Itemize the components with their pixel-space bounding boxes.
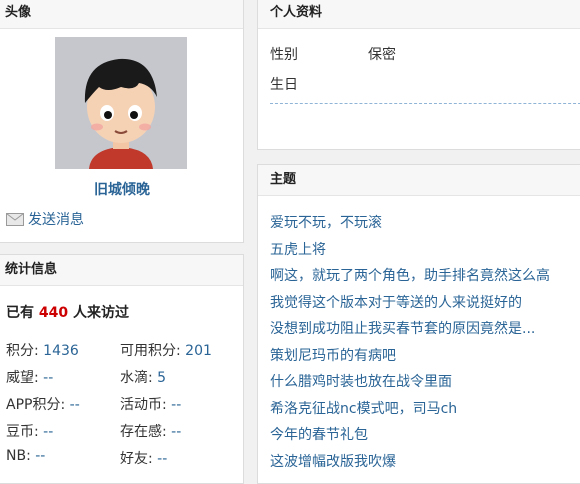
visit-suffix: 人来访过 <box>72 305 129 321</box>
topic-link[interactable]: 爱玩不玩，不玩滚 <box>270 210 550 237</box>
divider <box>270 103 580 104</box>
topic-link[interactable]: 五虎上将 <box>270 237 550 264</box>
topic-link[interactable]: 我觉得这个版本对于等送的人来说挺好的 <box>270 290 550 317</box>
send-message-link[interactable]: 发送消息 <box>6 209 84 229</box>
topics-panel: 主题 爱玩不玩，不玩滚 五虎上将 啊这，就玩了两个角色，助手排名竟然这么高 我觉… <box>257 164 580 484</box>
profile-label: 性别 <box>270 47 298 63</box>
topic-link[interactable]: 希洛克征战nc模式吧，司马ch <box>270 396 550 423</box>
stat-app-points: APP积分: -- <box>6 397 80 413</box>
topics-panel-title: 主题 <box>258 165 580 196</box>
profile-label: 生日 <box>270 77 298 93</box>
profile-row-birthday: 生日 <box>270 74 298 94</box>
stat-presence: 存在感: -- <box>120 424 182 440</box>
topic-link[interactable]: 这波增幅改版我吹爆 <box>270 449 550 476</box>
topic-link[interactable]: 今年的春节礼包 <box>270 422 550 449</box>
stat-bean-coins: 豆币: -- <box>6 424 54 440</box>
stat-water-drops: 水滴: 5 <box>120 370 167 386</box>
avatar[interactable] <box>55 37 187 169</box>
username-link[interactable]: 旧城倾晚 <box>0 179 243 199</box>
topic-list: 爱玩不玩，不玩滚 五虎上将 啊这，就玩了两个角色，助手排名竟然这么高 我觉得这个… <box>270 210 550 475</box>
visit-number: 440 <box>38 305 69 321</box>
avatar-panel-title: 头像 <box>0 0 243 29</box>
send-message-label: 发送消息 <box>28 212 84 228</box>
profile-panel-title: 个人资料 <box>258 0 580 29</box>
profile-value: 保密 <box>368 47 396 63</box>
stat-event-coins: 活动币: -- <box>120 397 182 413</box>
stat-prestige: 威望: -- <box>6 370 54 386</box>
envelope-icon <box>6 212 24 226</box>
topic-link[interactable]: 没想到成功阻止我买春节套的原因竟然是... <box>270 316 550 343</box>
stats-panel: 统计信息 已有 440 人来访过 积分: 1436 可用积分: 201 威望: … <box>0 254 244 484</box>
stat-points: 积分: 1436 <box>6 343 79 359</box>
stat-available-points: 可用积分: 201 <box>120 343 212 359</box>
topic-link[interactable]: 啊这，就玩了两个角色，助手排名竟然这么高 <box>270 263 550 290</box>
profile-panel: 个人资料 性别 保密 生日 <box>257 0 580 150</box>
visit-prefix: 已有 <box>6 305 34 321</box>
avatar-panel: 头像 旧城倾晚 发送消息 <box>0 0 244 243</box>
visit-count: 已有 440 人来访过 <box>6 302 129 322</box>
profile-row-gender: 性别 保密 <box>270 44 396 64</box>
stat-friends: 好友: -- <box>120 451 168 467</box>
stats-panel-title: 统计信息 <box>0 255 243 286</box>
topic-link[interactable]: 什么腊鸡时装也放在战令里面 <box>270 369 550 396</box>
topic-link[interactable]: 策划尼玛币的有病吧 <box>270 343 550 370</box>
stat-nb: NB: -- <box>6 448 46 464</box>
